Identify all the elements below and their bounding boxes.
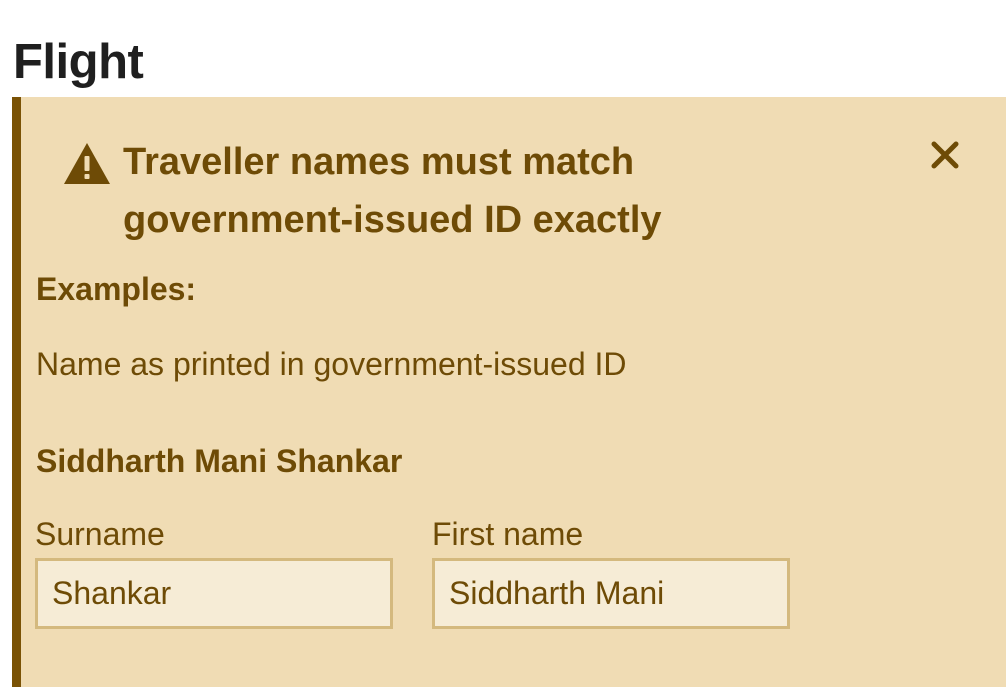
page-title: Flight bbox=[13, 35, 144, 89]
surname-label: Surname bbox=[35, 516, 165, 552]
surname-input[interactable] bbox=[35, 558, 393, 629]
first-name-input[interactable] bbox=[432, 558, 790, 629]
warning-alert: Traveller names must match government-is… bbox=[12, 97, 1006, 687]
alert-title: Traveller names must match government-is… bbox=[123, 141, 662, 241]
example-name: Siddharth Mani Shankar bbox=[36, 443, 403, 479]
warning-icon bbox=[63, 142, 111, 185]
first-name-label: First name bbox=[432, 516, 584, 552]
example-description: Name as printed in government-issued ID bbox=[36, 346, 627, 382]
surname-field-group: Surname bbox=[35, 510, 393, 629]
close-icon[interactable] bbox=[930, 140, 960, 175]
examples-label: Examples: bbox=[36, 271, 197, 307]
first-name-field-group: First name bbox=[432, 510, 790, 629]
close-button[interactable] bbox=[925, 137, 965, 177]
